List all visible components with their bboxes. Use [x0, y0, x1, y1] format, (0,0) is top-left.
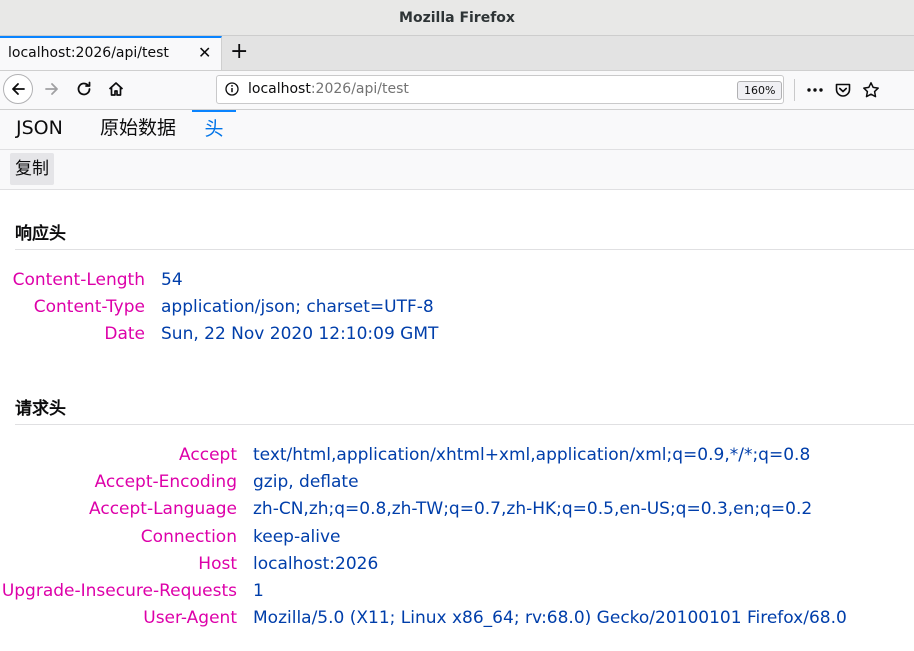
tab-json[interactable]: JSON: [12, 110, 67, 149]
header-name: Content-Length: [12, 270, 145, 290]
home-button[interactable]: [104, 77, 128, 101]
header-value: text/html,application/xhtml+xml,applicat…: [253, 445, 811, 465]
header-name: Accept: [179, 445, 237, 465]
url-path: :2026/api/test: [310, 81, 409, 97]
zoom-level-button[interactable]: 160%: [737, 81, 783, 100]
url-host: localhost: [248, 81, 311, 97]
reload-button[interactable]: [72, 77, 96, 101]
window-title: Mozilla Firefox: [399, 9, 515, 26]
pocket-icon: [835, 83, 851, 97]
header-name: Accept-Encoding: [94, 472, 237, 492]
tab-strip: localhost:2026/api/test ✕ +: [0, 36, 914, 71]
back-button[interactable]: [3, 74, 33, 104]
arrow-right-icon: [45, 83, 58, 95]
response-headers-title: 响应头: [15, 224, 66, 244]
tab-headers[interactable]: 头: [192, 110, 236, 149]
header-name: User-Agent: [143, 608, 237, 628]
reload-icon: [77, 81, 91, 96]
header-value: keep-alive: [253, 527, 341, 547]
header-name: Connection: [140, 527, 237, 547]
tab-title: localhost:2026/api/test: [8, 45, 169, 61]
new-tab-button[interactable]: +: [230, 39, 248, 64]
pocket-button[interactable]: [833, 80, 853, 100]
headers-toolbar: 复制: [0, 150, 914, 190]
home-icon: [108, 82, 124, 96]
header-value: 54: [161, 270, 183, 290]
close-tab-icon[interactable]: ✕: [198, 43, 211, 62]
viewer-tab-bar: JSON 原始数据 头: [0, 110, 914, 150]
header-name: Date: [104, 324, 145, 344]
header-value: zh-CN,zh;q=0.8,zh-TW;q=0.7,zh-HK;q=0.5,e…: [253, 499, 813, 519]
header-name: Host: [198, 554, 237, 574]
header-value: gzip, deflate: [253, 472, 359, 492]
arrow-left-icon: [12, 83, 25, 95]
tab-raw-data[interactable]: 原始数据: [96, 110, 180, 149]
header-value: Sun, 22 Nov 2020 12:10:09 GMT: [161, 324, 439, 344]
header-value: localhost:2026: [253, 554, 379, 574]
header-name: Accept-Language: [89, 499, 237, 519]
section-divider: [15, 249, 914, 250]
header-name: Content-Type: [33, 297, 145, 317]
copy-button[interactable]: 复制: [10, 153, 54, 185]
request-headers-title: 请求头: [15, 399, 66, 419]
page-actions-button[interactable]: [805, 80, 825, 100]
header-name: Upgrade-Insecure-Requests: [1, 581, 237, 601]
info-icon[interactable]: [225, 82, 239, 96]
navigation-toolbar: localhost:2026/api/test 160%: [0, 71, 914, 110]
toolbar-separator: [794, 79, 795, 101]
header-value: application/json; charset=UTF-8: [161, 297, 434, 317]
window-titlebar: Mozilla Firefox: [0, 0, 914, 36]
browser-tab[interactable]: localhost:2026/api/test ✕: [0, 36, 222, 70]
star-icon: [863, 82, 879, 98]
url-text[interactable]: localhost:2026/api/test: [248, 81, 409, 97]
header-value: 1: [253, 581, 264, 601]
header-value: Mozilla/5.0 (X11; Linux x86_64; rv:68.0)…: [253, 608, 847, 628]
bookmark-button[interactable]: [861, 80, 881, 100]
forward-button[interactable]: [40, 77, 64, 101]
ellipsis-icon: [807, 88, 823, 92]
url-bar[interactable]: localhost:2026/api/test 160%: [216, 75, 784, 104]
section-divider: [15, 424, 914, 425]
